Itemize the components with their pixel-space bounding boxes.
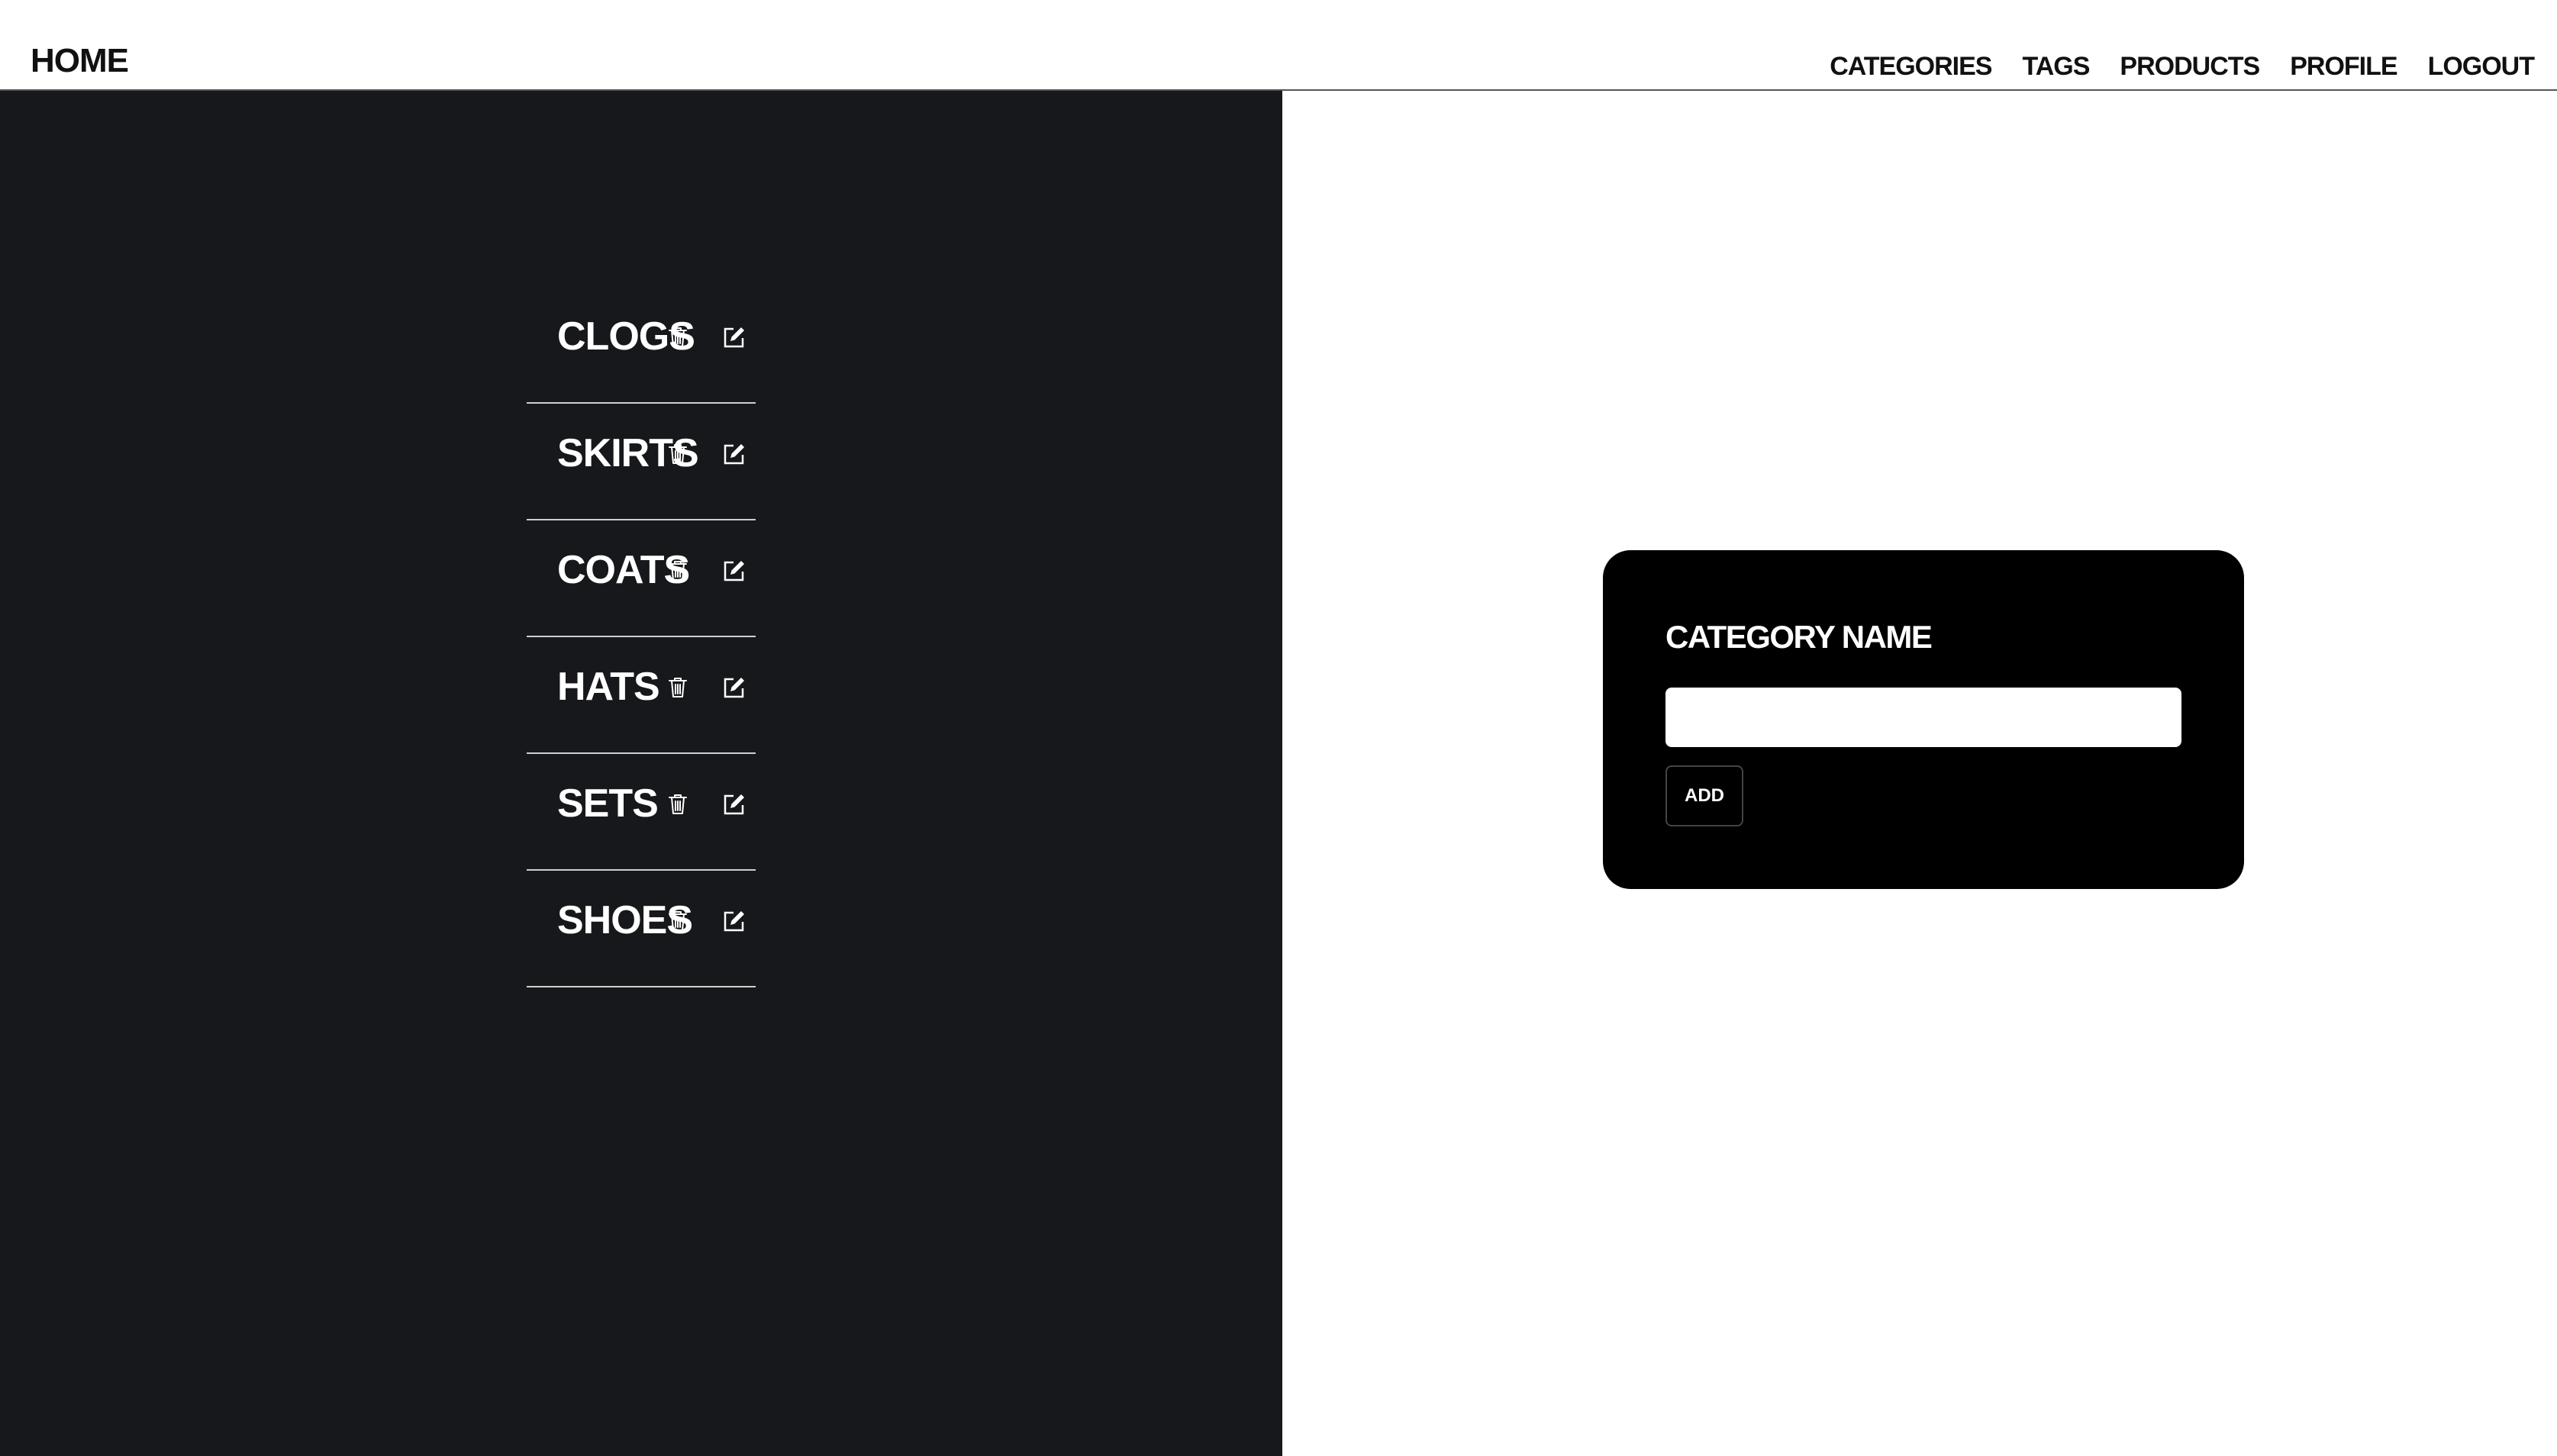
edit-icon[interactable] xyxy=(721,440,748,468)
home-link[interactable]: HOME xyxy=(31,38,129,84)
trash-icon[interactable] xyxy=(664,557,692,585)
category-list: CLOGS SKIRTS COATS HATS SETS SHOES xyxy=(527,287,756,987)
category-name: SETS xyxy=(557,781,659,826)
category-item: COATS xyxy=(527,520,756,637)
top-navbar: HOME CATEGORIES TAGS PRODUCTS PROFILE LO… xyxy=(0,0,2557,91)
edit-icon[interactable] xyxy=(721,907,748,935)
category-item: SHOES xyxy=(527,871,756,987)
category-item: SETS xyxy=(527,754,756,871)
trash-icon[interactable] xyxy=(664,674,692,701)
edit-icon[interactable] xyxy=(721,674,748,701)
category-item: HATS xyxy=(527,637,756,754)
category-name: HATS xyxy=(557,665,660,709)
nav-profile-link[interactable]: PROFILE xyxy=(2290,47,2397,85)
category-name-input[interactable] xyxy=(1665,688,2181,747)
nav-logout-link[interactable]: LOGOUT xyxy=(2428,47,2535,85)
add-category-button[interactable]: ADD xyxy=(1665,765,1743,826)
category-item: CLOGS xyxy=(527,287,756,404)
nav-categories-link[interactable]: CATEGORIES xyxy=(1830,47,1992,85)
trash-icon[interactable] xyxy=(664,324,692,351)
trash-icon[interactable] xyxy=(664,907,692,935)
edit-icon[interactable] xyxy=(721,791,748,818)
edit-icon[interactable] xyxy=(721,557,748,585)
nav-products-link[interactable]: PRODUCTS xyxy=(2120,47,2260,85)
category-name-label: CATEGORY NAME xyxy=(1665,619,1933,655)
main-nav: CATEGORIES TAGS PRODUCTS PROFILE LOGOUT xyxy=(1830,47,2535,85)
add-category-card: CATEGORY NAME ADD xyxy=(1603,550,2244,889)
nav-tags-link[interactable]: TAGS xyxy=(2022,47,2090,85)
category-item: SKIRTS xyxy=(527,404,756,520)
trash-icon[interactable] xyxy=(664,791,692,818)
edit-icon[interactable] xyxy=(721,324,748,351)
trash-icon[interactable] xyxy=(664,440,692,468)
